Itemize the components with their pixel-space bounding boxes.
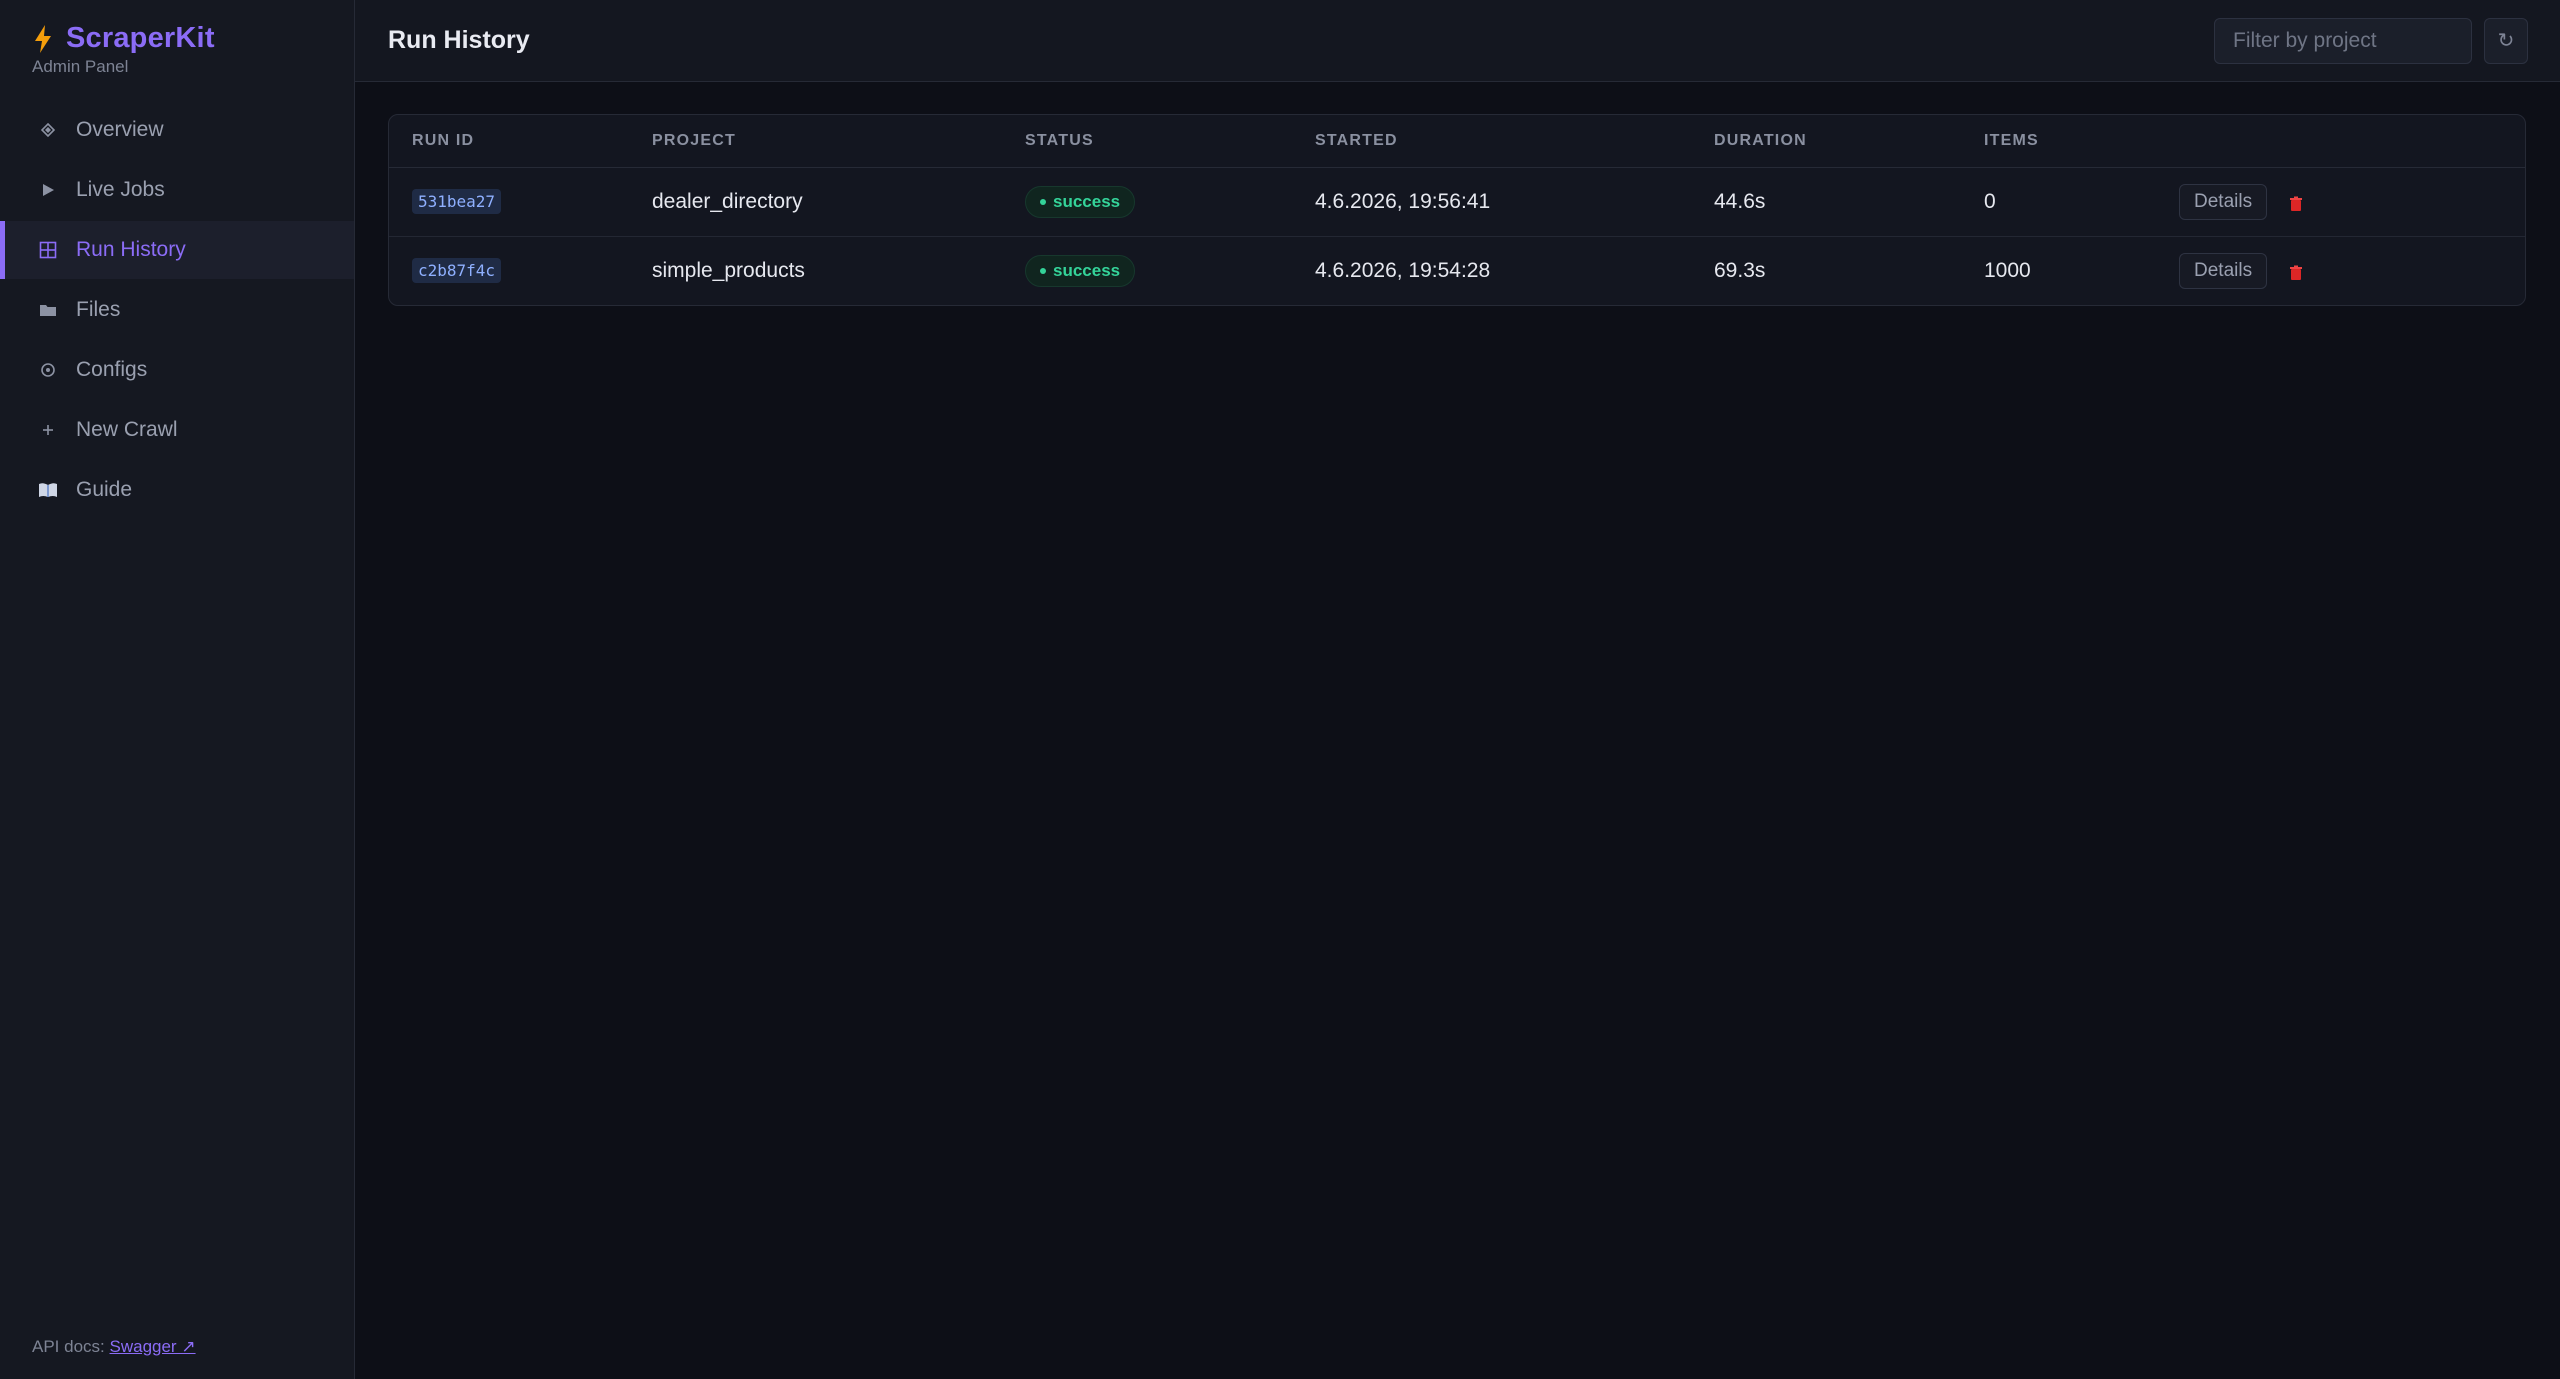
api-docs-label: API docs: [32,1337,105,1356]
sidebar-item-label: Guide [76,478,133,501]
items-cell: 1000 [1984,258,2031,282]
status-badge: success [1025,185,1136,218]
items-cell: 0 [1984,167,2179,237]
plus-icon [38,420,58,440]
sidebar-item-run-history[interactable]: Run History [0,221,354,279]
column-header-duration[interactable]: DURATION [1714,115,1984,168]
sidebar-item-label: Files [76,298,121,321]
trash-icon[interactable] [2289,194,2303,211]
refresh-button[interactable]: ↻ [2484,17,2528,64]
folder-icon [38,300,58,320]
bolt-icon [32,24,54,54]
column-header-actions [2179,115,2525,168]
diamond-icon [38,120,58,140]
project-cell: simple_products [652,258,805,282]
sidebar-item-configs[interactable]: Configs [0,341,354,399]
sidebar-item-new-crawl[interactable]: New Crawl [0,401,354,459]
sidebar-item-label: Overview [76,118,164,141]
status-label: success [1053,191,1121,211]
status-label: success [1053,260,1121,280]
gear-icon [38,360,58,380]
run-history-table: RUN ID PROJECT STATUS STARTED DURATION I… [389,115,2525,305]
trash-icon[interactable] [2289,263,2303,280]
row-actions: Details [2179,183,2525,220]
status-badge: success [1025,254,1136,287]
run-id[interactable]: c2b87f4c [412,258,502,284]
sidebar-item-label: New Crawl [76,418,178,441]
sidebar-item-live-jobs[interactable]: Live Jobs [0,161,354,219]
sidebar-item-guide[interactable]: Guide [0,461,354,519]
table-row[interactable]: 531bea27 dealer_directory success 4.6.20… [389,167,2525,237]
grid-icon [38,240,58,260]
status-dot-icon [1040,198,1046,205]
started-cell: 4.6.2026, 19:56:41 [1315,167,1714,237]
sidebar-nav: Overview Live Jobs Run History Files Con… [0,101,354,519]
column-header-started[interactable]: STARTED [1315,115,1714,168]
refresh-icon: ↻ [2497,30,2515,52]
duration-cell: 69.3s [1714,258,1766,282]
api-docs-footer: API docs: Swagger ↗ [32,1337,196,1357]
column-header-run-id[interactable]: RUN ID [389,115,652,168]
details-button[interactable]: Details [2179,252,2268,289]
app-root: ScraperKit Admin Panel Overview Live Job… [0,0,2560,1379]
sidebar-item-overview[interactable]: Overview [0,101,354,159]
run-history-table-card: RUN ID PROJECT STATUS STARTED DURATION I… [388,114,2526,306]
details-button[interactable]: Details [2179,183,2268,220]
brand-subtitle: Admin Panel [32,57,129,76]
column-header-project[interactable]: PROJECT [652,115,1025,168]
topbar: Run History ↻ [355,0,2560,82]
play-icon [38,180,58,200]
content: RUN ID PROJECT STATUS STARTED DURATION I… [355,82,2560,338]
sidebar-item-label: Run History [76,238,186,261]
book-icon [38,480,58,500]
column-header-items[interactable]: ITEMS [1984,115,2179,168]
run-id[interactable]: 531bea27 [412,189,502,214]
sidebar-item-label: Configs [76,358,148,381]
status-dot-icon [1040,267,1046,274]
column-header-status[interactable]: STATUS [1025,115,1315,168]
swagger-link[interactable]: Swagger ↗ [110,1337,196,1356]
table-header-row: RUN ID PROJECT STATUS STARTED DURATION I… [389,115,2525,168]
main-area: Run History ↻ RUN ID PROJECT STATUS STAR… [355,0,2560,1379]
brand: ScraperKit Admin Panel [0,0,354,77]
sidebar-item-label: Live Jobs [76,178,165,201]
filter-project-input[interactable] [2214,17,2472,64]
project-cell: dealer_directory [652,167,1025,237]
page-title: Run History [388,26,530,54]
duration-cell: 44.6s [1714,167,1984,237]
row-actions: Details [2179,252,2525,289]
sidebar: ScraperKit Admin Panel Overview Live Job… [0,0,355,1379]
started-cell: 4.6.2026, 19:54:28 [1315,258,1491,282]
table-row[interactable]: c2b87f4c simple_products success 4.6.202… [389,236,2525,305]
brand-name[interactable]: ScraperKit [66,22,215,55]
sidebar-item-files[interactable]: Files [0,281,354,339]
